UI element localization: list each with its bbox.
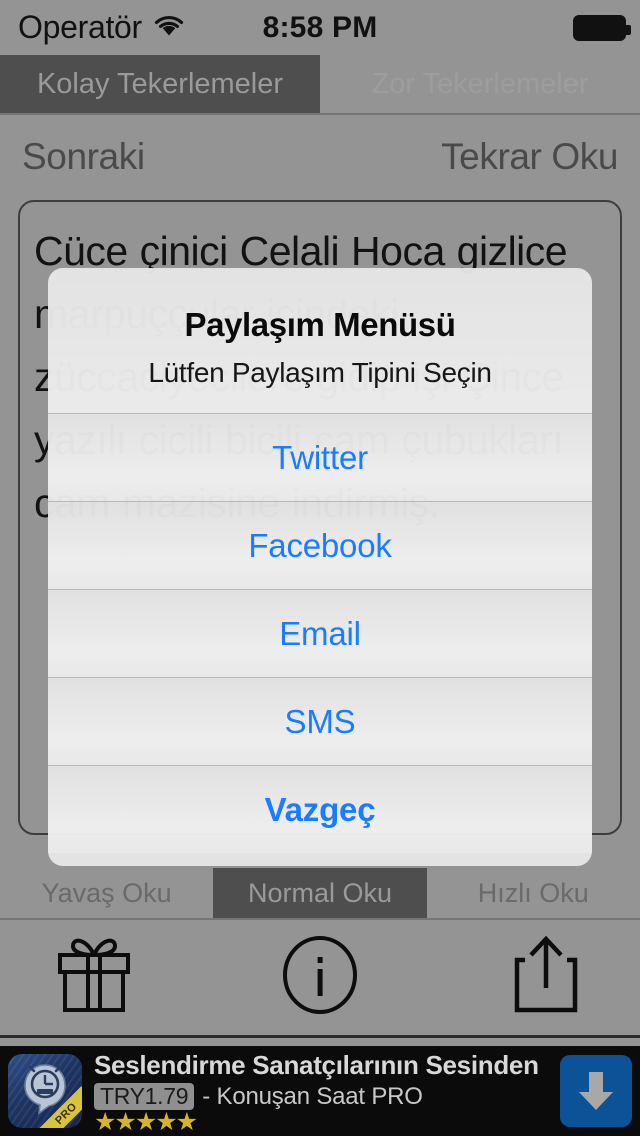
status-bar-center: 8:58 PM (0, 0, 640, 55)
share-option-sms[interactable]: SMS (48, 677, 592, 765)
ad-app-name: - Konuşan Saat PRO (202, 1082, 423, 1110)
ad-title: Seslendirme Sanatçılarının Sesinden (94, 1049, 539, 1080)
tab-kolay-tekerlemeler[interactable]: Kolay Tekerlemeler (0, 55, 320, 113)
next-button[interactable]: Sonraki (22, 136, 145, 178)
gift-icon (51, 935, 137, 1020)
battery-full-icon (573, 14, 631, 41)
navigation-row: Sonraki Tekrar Oku (0, 126, 640, 188)
tab-label: Zor Tekerlemeler (371, 67, 589, 100)
share-option-twitter[interactable]: Twitter (48, 413, 592, 501)
battery-fill (576, 17, 623, 38)
bottom-toolbar (0, 920, 640, 1038)
button-label: Facebook (248, 526, 392, 564)
dialog-title: Paylaşım Menüsü (184, 306, 456, 343)
tab-hizli-oku[interactable]: Hızlı Oku (426, 868, 640, 918)
download-arrow-icon (579, 1072, 613, 1110)
button-label: SMS (284, 702, 356, 740)
info-button[interactable] (274, 932, 366, 1024)
info-circle-icon (278, 933, 362, 1022)
speed-tab-label: Yavaş Oku (41, 877, 172, 908)
ad-download-button[interactable] (560, 1055, 632, 1127)
share-option-facebook[interactable]: Facebook (48, 501, 592, 589)
button-label: Twitter (272, 438, 368, 476)
speed-tab-label: Normal Oku (247, 877, 392, 908)
ad-subtitle-row: TRY1.79 - Konuşan Saat PRO (94, 1083, 560, 1111)
top-tab-bar: Kolay Tekerlemeler Zor Tekerlemeler (0, 55, 640, 115)
cancel-button[interactable]: Vazgeç (48, 765, 592, 853)
share-option-email[interactable]: Email (48, 589, 592, 677)
share-icon (507, 932, 585, 1023)
speed-tab-label: Hızlı Oku (477, 877, 589, 908)
status-bar-right (573, 0, 631, 55)
share-button[interactable] (500, 932, 592, 1024)
button-label: Vazgeç (264, 790, 376, 828)
button-label: Email (279, 614, 361, 652)
ad-app-icon: PRO (8, 1054, 82, 1128)
tab-label: Kolay Tekerlemeler (36, 67, 284, 100)
gift-button[interactable] (48, 932, 140, 1024)
status-bar: Operatör 8:58 PM (0, 0, 640, 55)
dialog-subtitle: Lütfen Paylaşım Tipini Seçin (148, 357, 492, 388)
ad-body: Seslendirme Sanatçılarının Sesinden TRY1… (82, 1050, 560, 1133)
tab-normal-oku[interactable]: Normal Oku (213, 868, 427, 918)
clock-label: 8:58 PM (262, 10, 378, 44)
reading-speed-tab-bar: Yavaş Oku Normal Oku Hızlı Oku (0, 868, 640, 920)
dialog-header: Paylaşım Menüsü Lütfen Paylaşım Tipini S… (48, 268, 592, 413)
repeat-read-button[interactable]: Tekrar Oku (441, 136, 618, 178)
tab-yavas-oku[interactable]: Yavaş Oku (0, 868, 214, 918)
ad-banner[interactable]: PRO Seslendirme Sanatçılarının Sesinden … (0, 1046, 640, 1136)
ad-price-badge: TRY1.79 (94, 1083, 195, 1110)
tab-zor-tekerlemeler[interactable]: Zor Tekerlemeler (320, 55, 640, 113)
app-screen: Operatör 8:58 PM Kolay Tekerlemeler Zor … (0, 0, 640, 1136)
ad-rating-stars: ★★★★★ (94, 1107, 198, 1133)
share-menu-dialog: Paylaşım Menüsü Lütfen Paylaşım Tipini S… (48, 268, 592, 866)
